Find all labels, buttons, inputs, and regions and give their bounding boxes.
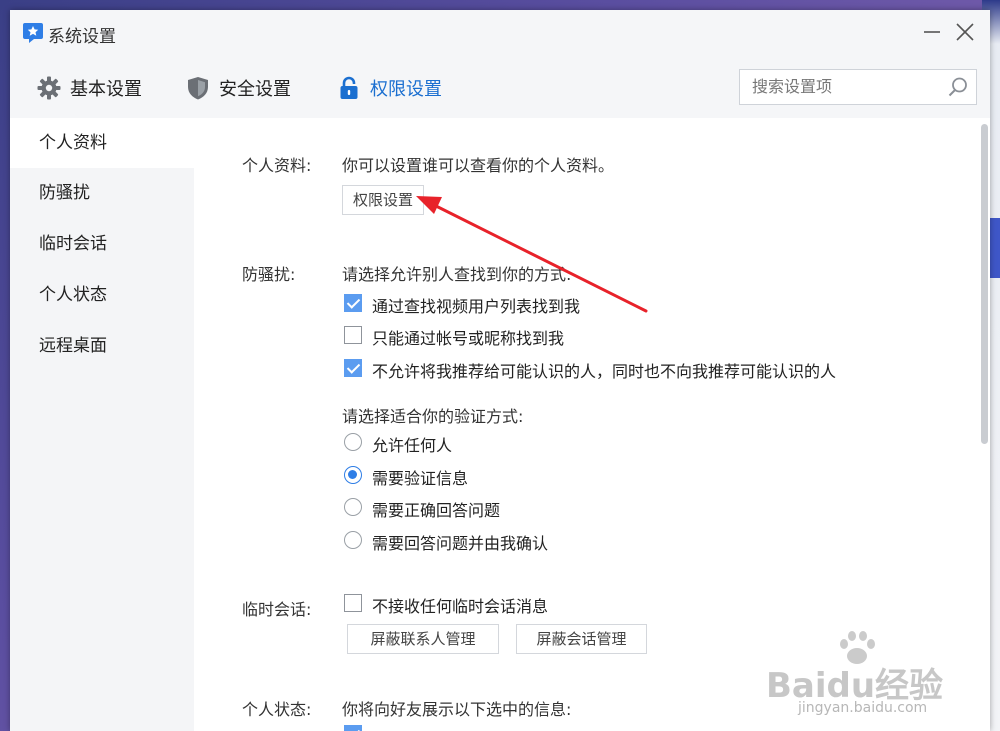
verify-option-radio-3[interactable] <box>344 498 362 516</box>
window-title: 系统设置 <box>48 27 116 47</box>
content-scrollbar[interactable] <box>978 118 990 731</box>
find-option-label-1: 通过查找视频用户列表找到我 <box>372 297 581 316</box>
lock-icon <box>340 76 358 99</box>
tab-basic-label: 基本设置 <box>70 79 142 100</box>
verify-option-radio-4[interactable] <box>344 531 362 549</box>
profile-description: 你可以设置谁可以查看你的个人资料。 <box>342 156 615 175</box>
title-bar: 系统设置 <box>10 10 990 56</box>
sidebar-item-anti-harassment[interactable]: 防骚扰 <box>10 168 194 218</box>
star-chat-icon <box>23 23 43 43</box>
temp-session-section-label: 临时会话: <box>242 600 312 619</box>
search-input[interactable] <box>740 70 948 102</box>
temp-session-option-label: 不接收任何临时会话消息 <box>372 597 549 616</box>
shield-icon <box>188 77 208 100</box>
verify-option-radio-2[interactable] <box>344 466 362 484</box>
verify-method-prompt: 请选择适合你的验证方式: <box>342 407 524 426</box>
status-option-checkbox-1[interactable] <box>344 725 362 731</box>
block-contacts-button[interactable]: 屏蔽联系人管理 <box>347 624 499 654</box>
settings-sidebar: 个人资料 防骚扰 临时会话 个人状态 远程桌面 <box>10 118 194 731</box>
find-method-prompt: 请选择允许别人查找到你的方式: <box>342 265 572 284</box>
tab-permission-label: 权限设置 <box>370 79 442 100</box>
profile-section-label: 个人资料: <box>242 156 312 175</box>
verify-option-label-2: 需要验证信息 <box>372 469 469 488</box>
tab-permission-settings[interactable]: 权限设置 <box>336 73 442 103</box>
gear-icon <box>37 76 61 100</box>
tab-security-settings[interactable]: 安全设置 <box>185 73 291 103</box>
profile-permission-button[interactable]: 权限设置 <box>342 185 424 215</box>
verify-option-radio-1[interactable] <box>344 433 362 451</box>
minimize-icon[interactable] <box>920 20 944 44</box>
find-option-label-2: 只能通过帐号或昵称找到我 <box>372 329 565 348</box>
settings-content: 个人资料: 你可以设置谁可以查看你的个人资料。 权限设置 防骚扰: 请选择允许别… <box>194 118 990 731</box>
scrollbar-thumb[interactable] <box>981 124 988 444</box>
tab-security-label: 安全设置 <box>219 79 291 100</box>
sidebar-item-personal-status[interactable]: 个人状态 <box>10 270 194 320</box>
verify-option-label-4: 需要回答问题并由我确认 <box>372 534 549 553</box>
sidebar-item-profile[interactable]: 个人资料 <box>10 118 194 168</box>
search-box <box>739 69 977 105</box>
sidebar-item-remote-desktop[interactable]: 远程桌面 <box>10 321 194 371</box>
status-description: 你将向好友展示以下选中的信息: <box>342 700 572 719</box>
harassment-section-label: 防骚扰: <box>242 265 296 284</box>
find-option-checkbox-3[interactable] <box>344 359 362 377</box>
find-option-checkbox-1[interactable] <box>344 294 362 312</box>
status-section-label: 个人状态: <box>242 700 312 719</box>
close-icon[interactable] <box>953 20 977 44</box>
verify-option-label-3: 需要正确回答问题 <box>372 501 501 520</box>
find-option-checkbox-2[interactable] <box>344 326 362 344</box>
sidebar-item-temp-session[interactable]: 临时会话 <box>10 219 194 269</box>
block-sessions-button[interactable]: 屏蔽会话管理 <box>516 624 647 654</box>
search-icon[interactable] <box>946 75 970 99</box>
tab-basic-settings[interactable]: 基本设置 <box>36 73 142 103</box>
settings-tabbar: 基本设置 安全设置 权限设置 <box>10 56 990 119</box>
find-option-label-3: 不允许将我推荐给可能认识的人，同时也不向我推荐可能认识的人 <box>372 362 837 381</box>
verify-option-label-1: 允许任何人 <box>372 436 453 455</box>
temp-session-checkbox[interactable] <box>344 594 362 612</box>
settings-window: 系统设置 基本设置 安全设置 权限设置 搜索设置项 个人资料 防骚扰 临时会话 … <box>10 10 990 731</box>
